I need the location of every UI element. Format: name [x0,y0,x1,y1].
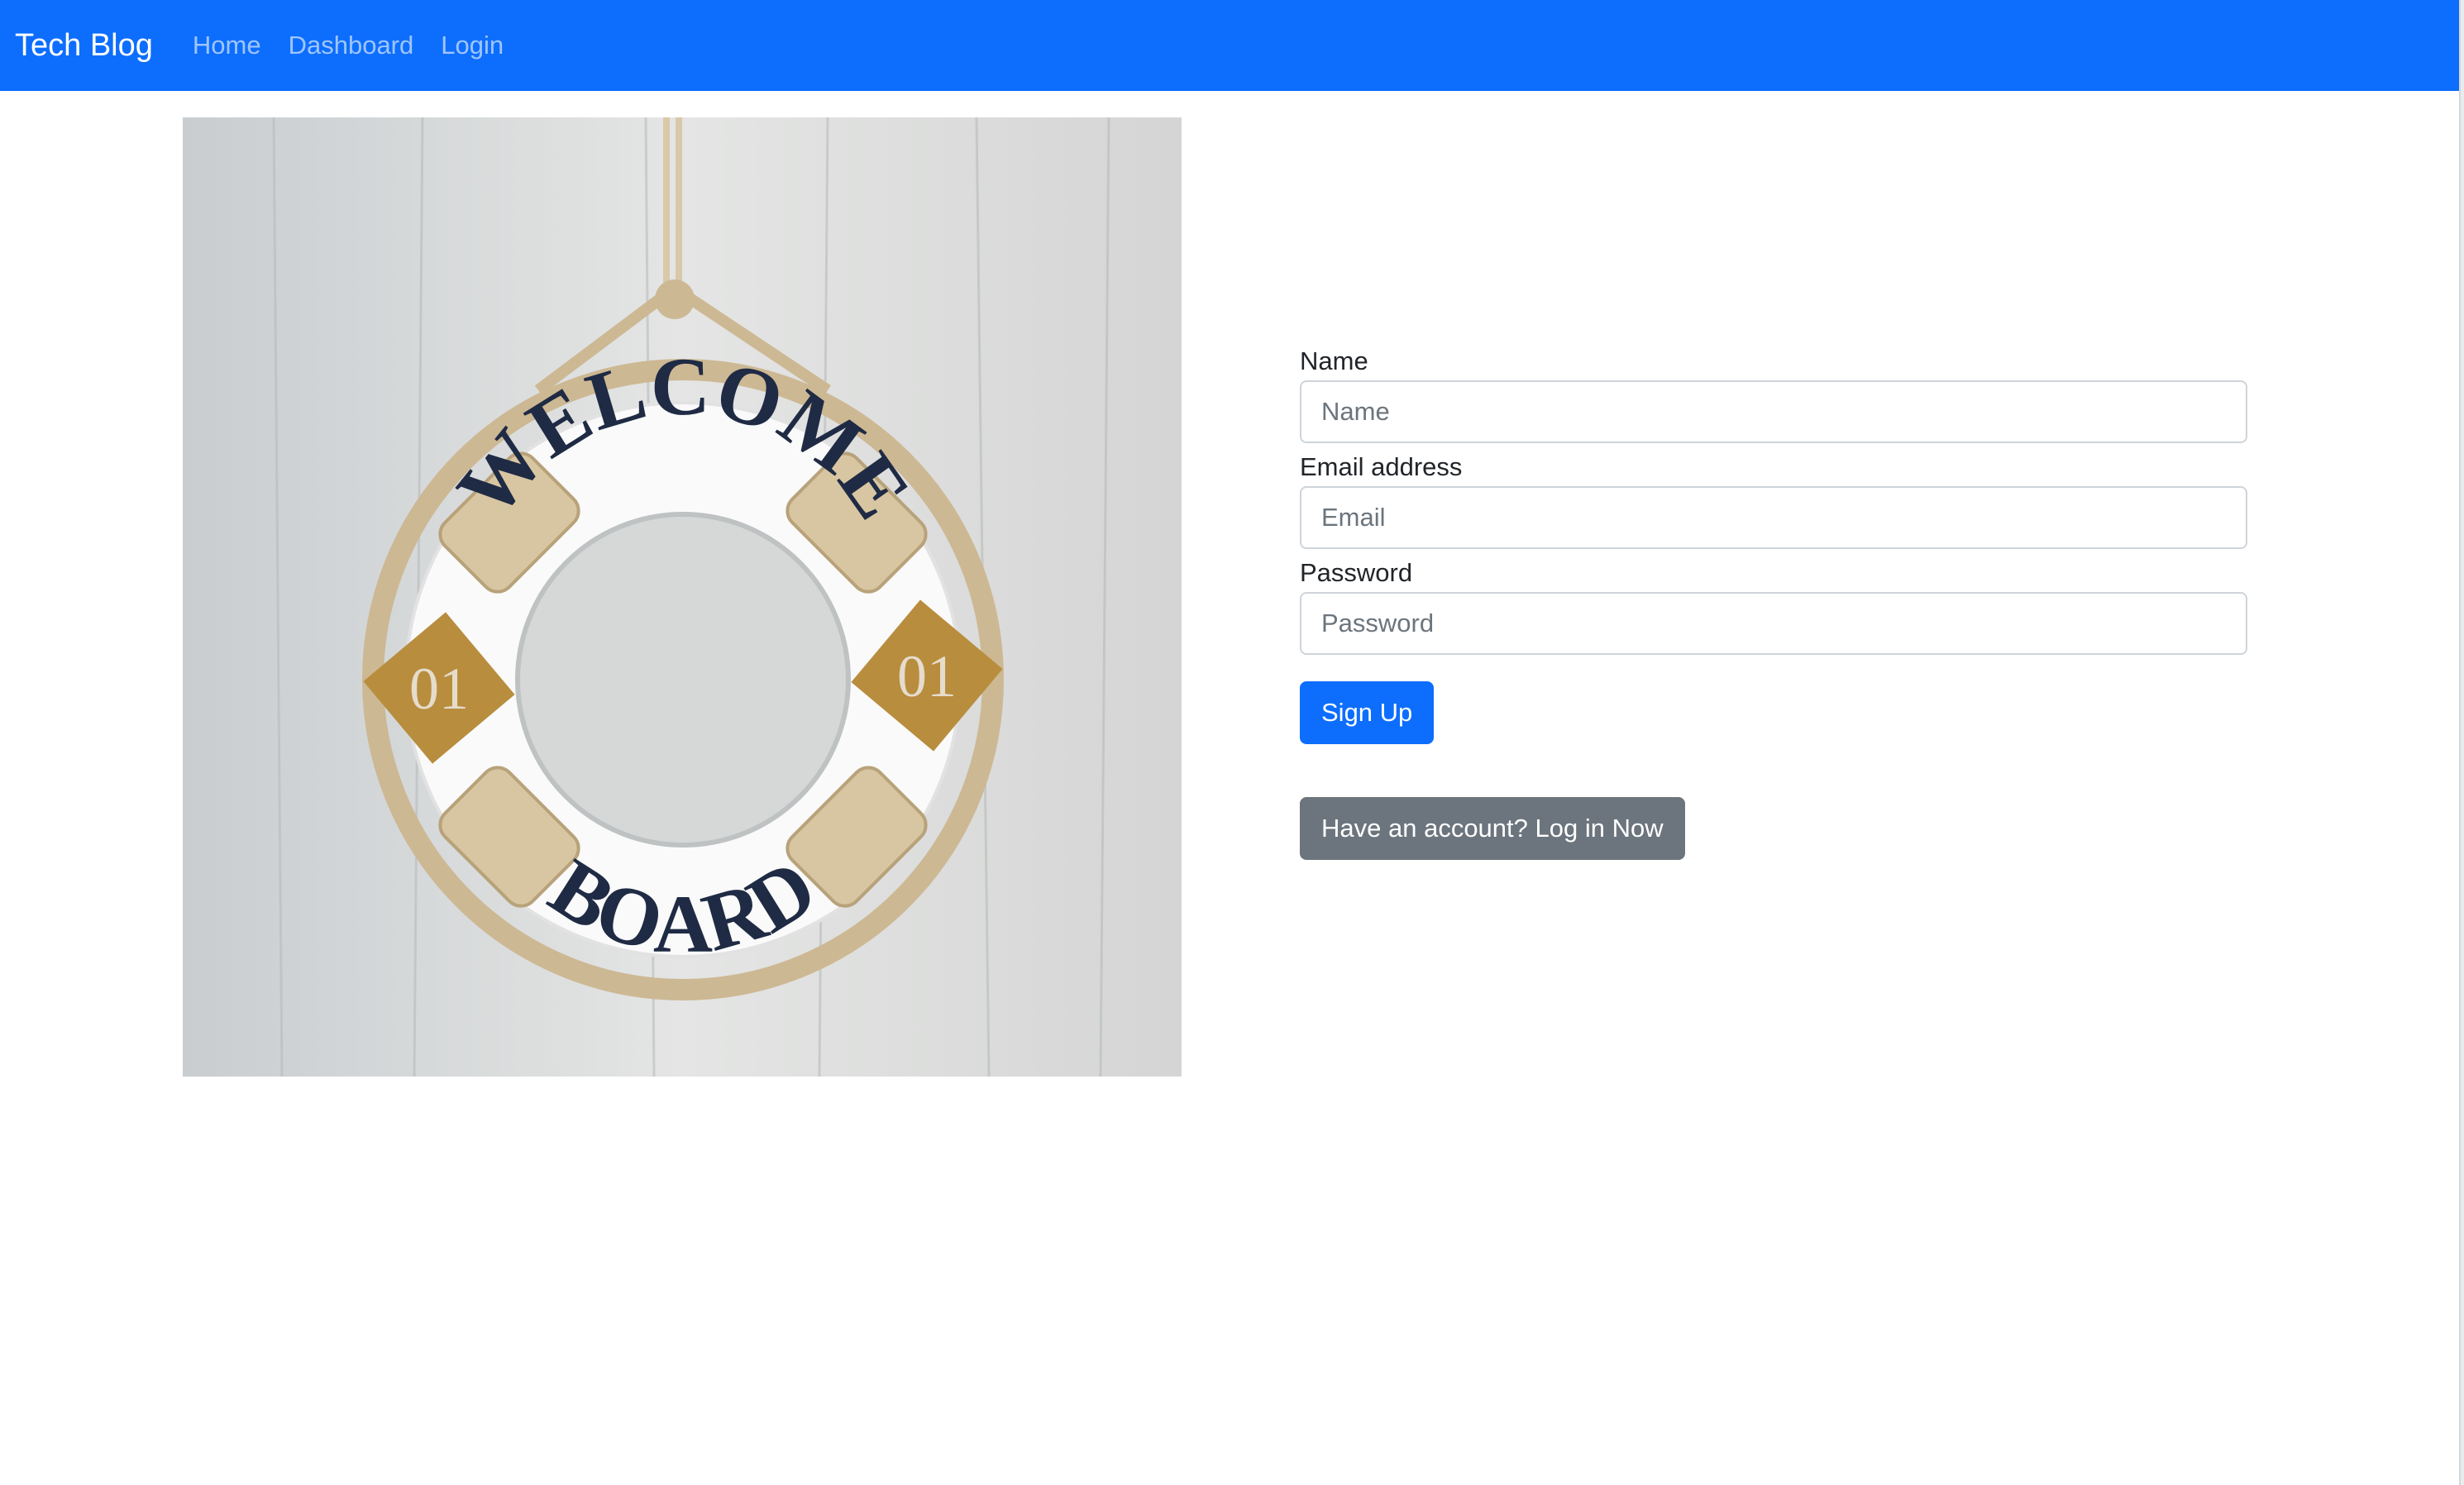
password-label: Password [1300,558,1413,587]
patch-right-text: 01 [897,643,957,709]
nav-link-home[interactable]: Home [193,31,261,60]
password-input[interactable] [1300,592,2247,655]
brand-link[interactable]: Tech Blog [15,28,153,64]
signup-form: Name Email address Password Sign Up Have… [1300,346,2247,860]
navbar: Tech Blog Home Dashboard Login [0,0,2459,91]
hero-image: 01 01 WELCOME BOARD [183,117,1182,1077]
email-input[interactable] [1300,486,2247,549]
name-label: Name [1300,346,1368,375]
login-now-button[interactable]: Have an account? Log in Now [1300,797,1685,860]
email-label: Email address [1300,452,1463,481]
nav-link-dashboard[interactable]: Dashboard [289,31,414,60]
window-edge [2459,0,2464,1485]
welcome-board-illustration: 01 01 WELCOME BOARD [183,117,1182,1077]
patch-left-text: 01 [409,656,469,722]
nav-link-login[interactable]: Login [441,31,504,60]
name-input[interactable] [1300,380,2247,443]
signup-button[interactable]: Sign Up [1300,681,1435,744]
